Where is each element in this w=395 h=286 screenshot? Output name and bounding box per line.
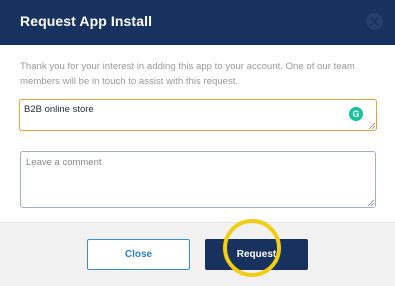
store-name-field[interactable]: B2B online store (19, 99, 377, 131)
grammarly-icon[interactable]: G (349, 107, 363, 121)
resize-handle-icon[interactable] (369, 123, 375, 129)
resize-handle-icon[interactable] (368, 200, 374, 206)
dialog-title: Request App Install (20, 13, 153, 29)
comment-textarea[interactable]: Leave a comment (20, 151, 376, 208)
dialog-description: Thank you for your interest in adding th… (20, 61, 355, 87)
dialog-footer (0, 222, 395, 286)
close-button[interactable]: Close (87, 239, 190, 270)
close-icon (370, 17, 379, 26)
dialog-header: Request App Install (0, 0, 395, 45)
request-button[interactable]: Request (205, 239, 308, 270)
close-dialog-button[interactable] (366, 13, 383, 30)
